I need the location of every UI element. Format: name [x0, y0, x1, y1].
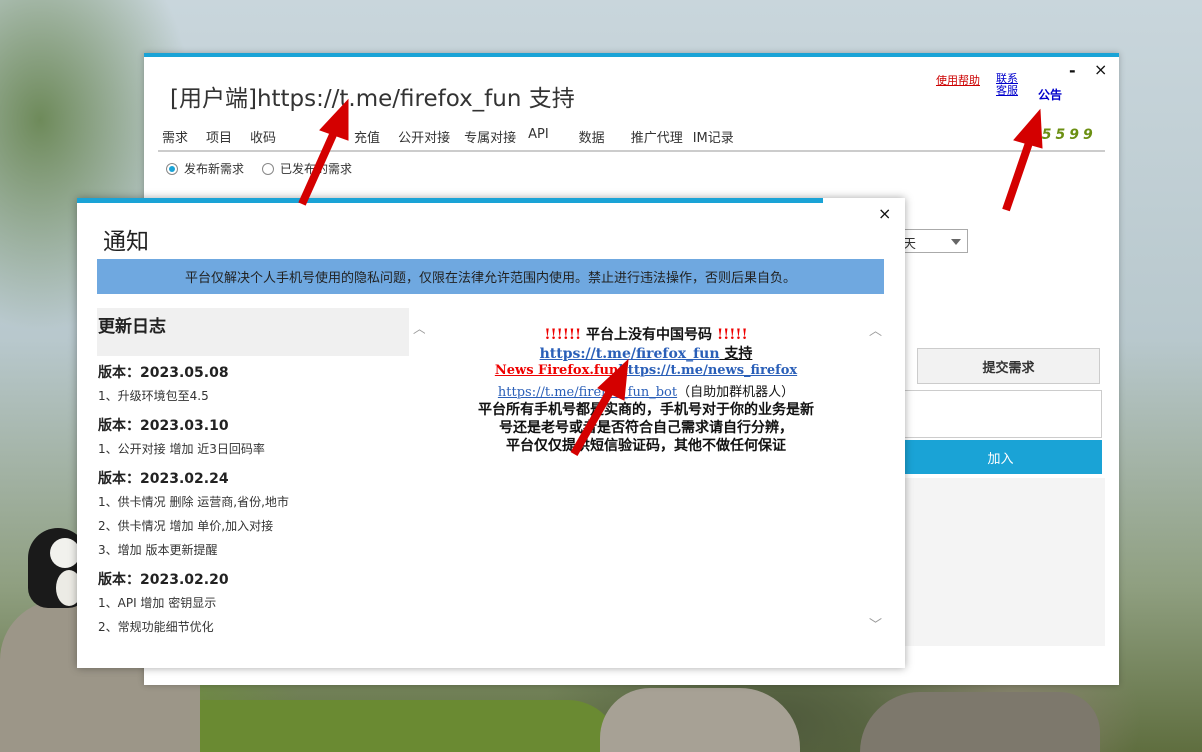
arrow-icon — [570, 358, 629, 456]
arrow-icon — [1002, 108, 1043, 212]
annotation-arrows — [298, 98, 1043, 456]
arrow-icon — [298, 98, 349, 206]
